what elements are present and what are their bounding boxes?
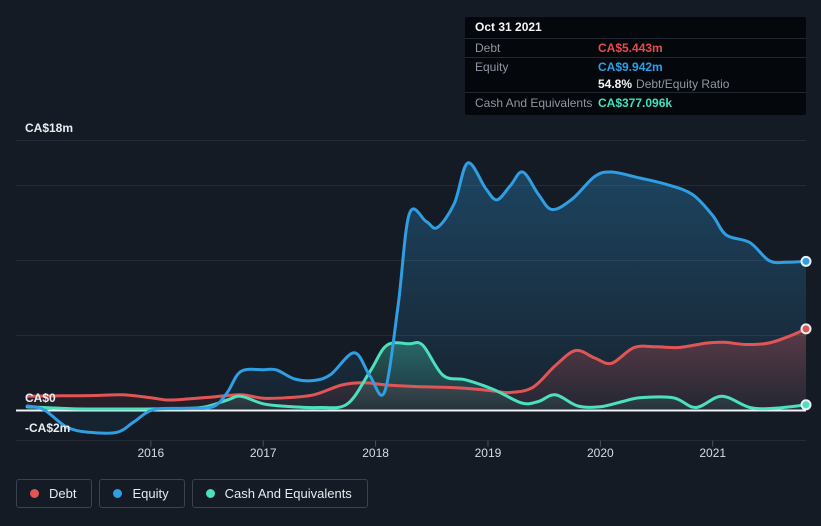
legend-debt-label: Debt	[49, 486, 77, 501]
end-marker-equity[interactable]	[800, 255, 812, 267]
tooltip-ratio-value: 54.8%	[598, 77, 633, 91]
tooltip-equity-value: CA$9.942m	[598, 60, 663, 74]
equity-legend-dot-icon	[113, 489, 123, 498]
tooltip-row-equity: Equity CA$9.942m	[465, 58, 806, 76]
tooltip-row-cash: Cash And Equivalents CA$377.096k	[465, 93, 806, 115]
tooltip-row-debt: Debt CA$5.443m	[465, 39, 806, 58]
end-marker-debt[interactable]	[800, 323, 812, 335]
end-marker-cash-and-equivalents[interactable]	[800, 399, 812, 411]
x-axis-label-2017: 2017	[249, 446, 277, 460]
tooltip-equity-label: Equity	[475, 60, 509, 74]
legend: Debt Equity Cash And Equivalents	[16, 479, 368, 508]
legend-item-debt[interactable]: Debt	[16, 479, 93, 508]
x-axis-label-2016: 2016	[137, 446, 165, 460]
legend-item-cash[interactable]: Cash And Equivalents	[191, 479, 368, 508]
legend-equity-label: Equity	[132, 486, 169, 501]
y-axis-label-neg2m: -CA$2m	[25, 420, 71, 435]
cash-legend-dot-icon	[205, 489, 215, 498]
tooltip: Oct 31 2021 Debt CA$5.443m Equity CA$9.9…	[465, 17, 806, 115]
tooltip-cash-value: CA$377.096k	[598, 95, 673, 110]
tooltip-debt-value: CA$5.443m	[598, 41, 663, 55]
tooltip-debt-label: Debt	[475, 41, 501, 55]
tooltip-row-ratio: 54.8% Debt/Equity Ratio	[465, 76, 806, 93]
debt-legend-dot-icon	[30, 489, 39, 498]
tooltip-ratio-label: Debt/Equity Ratio	[636, 77, 730, 91]
debt-equity-history-chart: CA$18m CA$0 -CA$2m 2016 2017 2018 2019 2…	[0, 0, 821, 526]
y-axis-label-18m: CA$18m	[25, 120, 74, 135]
tooltip-date: Oct 31 2021	[465, 17, 806, 39]
legend-cash-label: Cash And Equivalents	[224, 486, 352, 501]
x-axis-label-2021: 2021	[699, 446, 727, 460]
x-axis-label-2019: 2019	[474, 446, 502, 460]
x-axis-label-2018: 2018	[362, 446, 389, 460]
legend-item-equity[interactable]: Equity	[99, 479, 185, 508]
tooltip-cash-label: Cash And Equivalents	[475, 95, 593, 110]
x-axis-label-2020: 2020	[586, 446, 614, 460]
y-axis-label-0: CA$0	[25, 390, 56, 405]
